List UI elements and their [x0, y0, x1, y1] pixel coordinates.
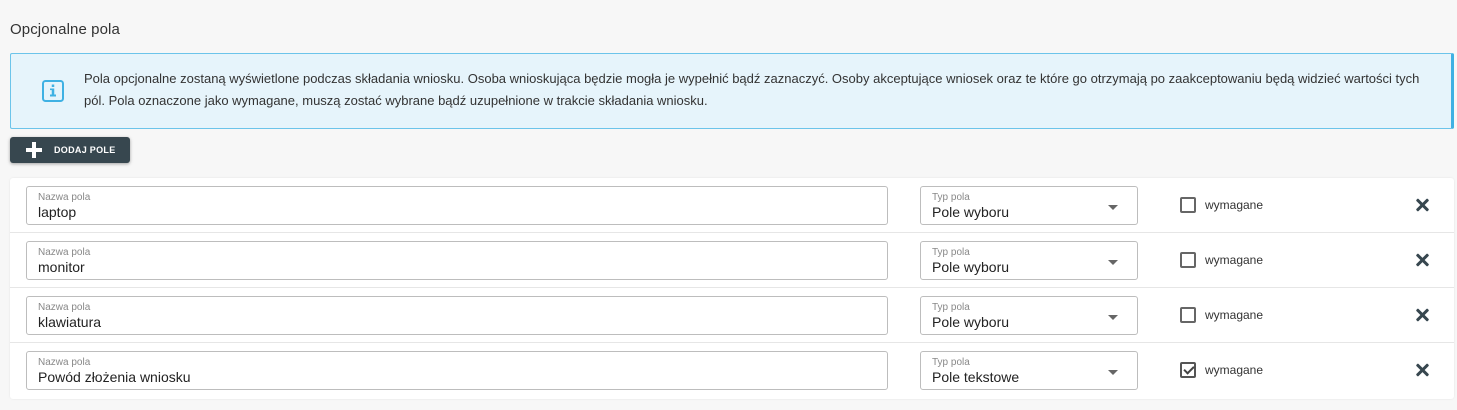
required-checkbox[interactable]: [1180, 362, 1196, 378]
field-type-value: Pole wyboru: [932, 204, 1010, 220]
info-text: Pola opcjonalne zostaną wyświetlone podc…: [84, 71, 1420, 108]
field-name-input[interactable]: Nazwa pola laptop: [26, 186, 888, 225]
field-type-label: Typ pola: [932, 192, 970, 203]
field-type-value: Pole wyboru: [932, 259, 1010, 275]
required-label: wymagane: [1205, 253, 1264, 267]
remove-field-icon[interactable]: [1413, 306, 1431, 324]
remove-field-icon[interactable]: [1413, 361, 1431, 379]
field-name-label: Nazwa pola: [38, 247, 91, 258]
field-name-label: Nazwa pola: [38, 357, 91, 368]
required-checkbox[interactable]: [1180, 197, 1196, 213]
field-type-value: Pole tekstowe: [932, 369, 1020, 385]
field-type-label: Typ pola: [932, 302, 970, 313]
required-label: wymagane: [1205, 308, 1264, 322]
chevron-down-icon: [1108, 370, 1118, 375]
field-name-label: Nazwa pola: [38, 302, 91, 313]
chevron-down-icon: [1108, 315, 1118, 320]
fields-list: Nazwa pola laptop Typ pola Pole wyboru w…: [10, 178, 1454, 399]
field-name-input[interactable]: Nazwa pola monitor: [26, 241, 888, 280]
field-type-select[interactable]: Typ pola Pole wyboru: [920, 186, 1138, 225]
field-type-select[interactable]: Typ pola Pole wyboru: [920, 241, 1138, 280]
required-label: wymagane: [1205, 198, 1264, 212]
field-name-value: klawiatura: [38, 314, 102, 330]
field-row: Nazwa pola Powód złożenia wniosku Typ po…: [10, 343, 1454, 398]
field-row: Nazwa pola klawiatura Typ pola Pole wybo…: [10, 288, 1454, 343]
field-name-value: Powód złożenia wniosku: [38, 369, 191, 385]
info-message: Pola opcjonalne zostaną wyświetlone podc…: [10, 53, 1454, 129]
field-name-value: laptop: [38, 204, 77, 220]
field-type-value: Pole wyboru: [932, 314, 1010, 330]
field-type-select[interactable]: Typ pola Pole wyboru: [920, 296, 1138, 335]
required-label: wymagane: [1205, 363, 1264, 377]
field-name-input[interactable]: Nazwa pola Powód złożenia wniosku: [26, 351, 888, 390]
field-name-label: Nazwa pola: [38, 192, 91, 203]
remove-field-icon[interactable]: [1413, 196, 1431, 214]
required-checkbox[interactable]: [1180, 252, 1196, 268]
required-checkbox[interactable]: [1180, 307, 1196, 323]
add-field-button-label: DODAJ POLE: [54, 145, 116, 155]
field-name-value: monitor: [38, 259, 85, 275]
add-field-button[interactable]: DODAJ POLE: [10, 137, 130, 163]
field-type-label: Typ pola: [932, 247, 970, 258]
remove-field-icon[interactable]: [1413, 251, 1431, 269]
chevron-down-icon: [1108, 260, 1118, 265]
field-type-select[interactable]: Typ pola Pole tekstowe: [920, 351, 1138, 390]
field-row: Nazwa pola laptop Typ pola Pole wyboru w…: [10, 178, 1454, 233]
info-icon: [42, 80, 64, 102]
field-name-input[interactable]: Nazwa pola klawiatura: [26, 296, 888, 335]
plus-icon: [26, 142, 42, 158]
page-title: Opcjonalne pola: [10, 21, 120, 38]
field-type-label: Typ pola: [932, 357, 970, 368]
chevron-down-icon: [1108, 205, 1118, 210]
field-row: Nazwa pola monitor Typ pola Pole wyboru …: [10, 233, 1454, 288]
